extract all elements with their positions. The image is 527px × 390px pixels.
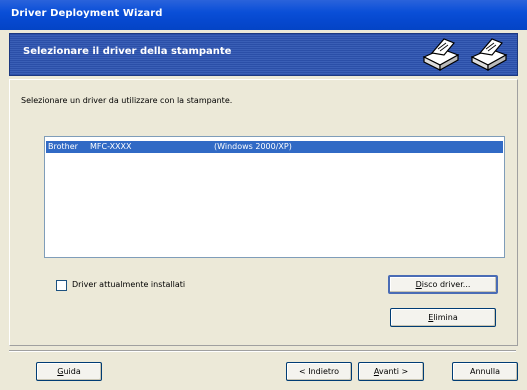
next-button[interactable]: Avanti >: [358, 362, 424, 381]
instruction-text: Selezionare un driver da utilizzare con …: [21, 96, 233, 105]
driver-os: (Windows 2000/XP): [214, 142, 292, 151]
button-label: uida: [63, 367, 81, 376]
label-text: river attualmente installati: [78, 280, 186, 289]
wizard-window: Driver Deployment Wizard Selezionare il …: [0, 0, 527, 390]
title-bar[interactable]: Driver Deployment Wizard: [0, 0, 527, 30]
driver-brand: Brother: [48, 142, 78, 151]
driver-listbox[interactable]: Brother MFC-XXXX (Windows 2000/XP): [44, 136, 505, 258]
printer-icon: [422, 38, 460, 72]
back-button[interactable]: < Indietro: [286, 362, 352, 381]
driver-list-item[interactable]: Brother MFC-XXXX (Windows 2000/XP): [46, 141, 503, 153]
button-label: limina: [433, 313, 458, 322]
cancel-button[interactable]: Annulla: [452, 362, 518, 381]
help-button[interactable]: Guida: [36, 362, 102, 381]
installed-drivers-label: Driver attualmente installati: [72, 280, 185, 289]
installed-drivers-checkbox[interactable]: [56, 280, 67, 291]
disk-driver-button[interactable]: Disco driver...: [388, 275, 498, 294]
printer-icon: [470, 38, 508, 72]
button-label: Annulla: [469, 367, 501, 376]
button-label: isco driver...: [421, 280, 471, 289]
driver-model: MFC-XXXX: [90, 142, 132, 151]
button-label: < Indietro: [298, 367, 340, 376]
button-label: vanti >: [378, 367, 409, 376]
header-banner: Selezionare il driver della stampante: [9, 33, 518, 76]
delete-button[interactable]: Elimina: [390, 308, 496, 327]
button-separator: [9, 350, 516, 352]
page-heading: Selezionare il driver della stampante: [23, 46, 232, 57]
window-title: Driver Deployment Wizard: [11, 8, 163, 19]
